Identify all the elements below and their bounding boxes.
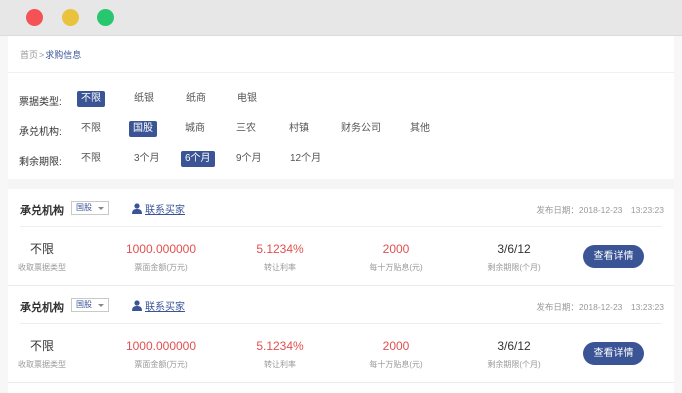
chevron-down-icon: [98, 207, 104, 210]
stat-label: 票面金额(万元): [134, 360, 188, 369]
stat-value: 不限: [29, 339, 54, 353]
purchase-request-card: 承兑机构 国股 联系买家 发布日期：2018-12-23 13:23:23 不限…: [8, 189, 674, 285]
filter-panel: 票据类型: 不限 纸银 纸商 电银 承兑机构: 不限 国股 城商 三农 村镇 财…: [8, 72, 674, 179]
contact-buyer-label: 联系买家: [145, 302, 185, 313]
stat-face-amount: 1000.000000 票面金额(万元): [106, 339, 216, 370]
filter-label: 票据类型:: [19, 97, 62, 108]
stat-label: 转让利率: [264, 360, 296, 369]
breadcrumb: 首页>求购信息: [20, 48, 81, 61]
filter-option[interactable]: 三农: [232, 121, 260, 137]
stat-label: 每十万贴息(元): [369, 263, 423, 272]
page-content: 首页>求购信息 票据类型: 不限 纸银 纸商 电银 承兑机构: 不限 国股 城商…: [8, 36, 674, 393]
filter-option[interactable]: 不限: [77, 151, 105, 167]
stat-value: 2000: [382, 242, 410, 256]
acceptor-select[interactable]: 国股: [71, 201, 109, 215]
filter-option[interactable]: 城商: [181, 121, 209, 137]
stat-value: 不限: [29, 242, 54, 256]
filter-option[interactable]: 村镇: [285, 121, 313, 137]
stat-label: 收取票据类型: [18, 263, 66, 272]
filter-option[interactable]: 不限: [77, 121, 105, 137]
user-icon: [132, 300, 142, 311]
breadcrumb-home-link[interactable]: 首页: [20, 50, 38, 60]
card-divider: [20, 226, 662, 227]
filter-option[interactable]: 12个月: [286, 151, 325, 167]
stat-label: 剩余期限(个月): [487, 360, 541, 369]
filter-option[interactable]: 国股: [129, 121, 157, 137]
acceptor-select[interactable]: 国股: [71, 298, 109, 312]
stat-label: 剩余期限(个月): [487, 263, 541, 272]
filter-option[interactable]: 9个月: [232, 151, 266, 167]
filter-option[interactable]: 不限: [77, 91, 105, 107]
stat-transfer-rate: 5.1234% 转让利率: [225, 339, 335, 370]
stat-value: 5.1234%: [256, 242, 304, 256]
stat-bill-type: 不限 收取票据类型: [0, 242, 97, 273]
section-divider: [8, 179, 674, 189]
contact-buyer-link[interactable]: 联系买家: [132, 201, 185, 216]
contact-buyer-label: 联系买家: [145, 205, 185, 216]
acceptor-label: 承兑机构: [20, 302, 64, 314]
stat-face-amount: 1000.000000 票面金额(万元): [106, 242, 216, 273]
stat-label: 票面金额(万元): [134, 263, 188, 272]
filter-option[interactable]: 3个月: [130, 151, 164, 167]
filter-label: 承兑机构:: [19, 127, 62, 138]
stat-bill-type: 不限 收取票据类型: [0, 339, 97, 370]
purchase-request-card: 承兑机构 国股 联系买家 发布日期：2018-12-23 13:23:23 不限…: [8, 286, 674, 382]
stat-remaining-term: 3/6/12 剩余期限(个月): [459, 339, 569, 370]
stat-discount-interest: 2000 每十万贴息(元): [341, 339, 451, 370]
filter-option[interactable]: 6个月: [181, 151, 215, 167]
browser-window: 首页>求购信息 票据类型: 不限 纸银 纸商 电银 承兑机构: 不限 国股 城商…: [0, 0, 682, 393]
filter-option[interactable]: 其他: [406, 121, 434, 137]
filter-option[interactable]: 电银: [233, 91, 261, 107]
close-window-dot[interactable]: [26, 9, 43, 26]
acceptor-select-value: 国股: [76, 203, 92, 212]
breadcrumb-separator: >: [39, 50, 45, 60]
acceptor-select-value: 国股: [76, 300, 92, 309]
stat-value: 1000.000000: [125, 339, 197, 353]
stat-value: 2000: [382, 339, 410, 353]
stat-label: 转让利率: [264, 263, 296, 272]
stat-label: 收取票据类型: [18, 360, 66, 369]
card-divider: [20, 323, 662, 324]
stat-value: 5.1234%: [256, 339, 304, 353]
filter-option[interactable]: 纸商: [182, 91, 210, 107]
filter-option[interactable]: 财务公司: [337, 121, 385, 137]
view-details-button[interactable]: 查看详情: [583, 342, 644, 365]
stat-label: 每十万贴息(元): [369, 360, 423, 369]
acceptor-label: 承兑机构: [20, 205, 64, 217]
stat-value: 3/6/12: [497, 242, 531, 256]
publish-date: 发布日期：2018-12-23 13:23:23: [536, 302, 664, 312]
window-titlebar: [0, 0, 682, 36]
breadcrumb-current: 求购信息: [45, 50, 82, 60]
card-separator: [8, 382, 674, 383]
stat-value: 3/6/12: [497, 339, 531, 353]
filter-option[interactable]: 纸银: [130, 91, 158, 107]
maximize-window-dot[interactable]: [97, 9, 114, 26]
stat-remaining-term: 3/6/12 剩余期限(个月): [459, 242, 569, 273]
stat-transfer-rate: 5.1234% 转让利率: [225, 242, 335, 273]
chevron-down-icon: [98, 304, 104, 307]
filter-label: 剩余期限:: [19, 157, 62, 168]
user-icon: [132, 203, 142, 214]
stat-value: 1000.000000: [125, 242, 197, 256]
publish-date: 发布日期：2018-12-23 13:23:23: [536, 205, 664, 215]
contact-buyer-link[interactable]: 联系买家: [132, 298, 185, 313]
stat-discount-interest: 2000 每十万贴息(元): [341, 242, 451, 273]
view-details-button[interactable]: 查看详情: [583, 245, 644, 268]
minimize-window-dot[interactable]: [62, 9, 79, 26]
